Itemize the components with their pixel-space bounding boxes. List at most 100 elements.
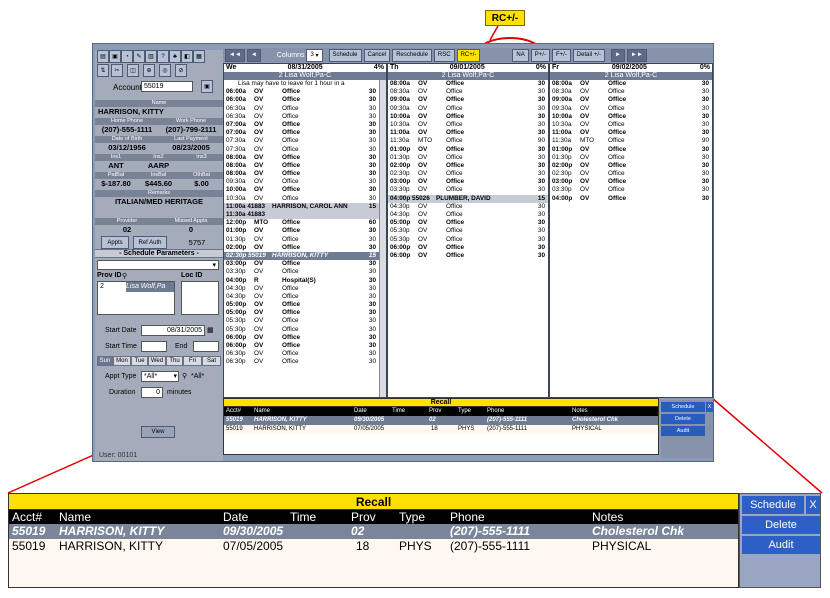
schedule-slot[interactable]: 09:30a OV Office 30 (388, 105, 548, 113)
schedule-slot[interactable]: 10:00a OV Office 30 (388, 113, 548, 121)
schedule-slot[interactable]: 03:30p OV Office 30 (550, 186, 712, 194)
schedule-slot[interactable]: 01:00p OV Office 30 (224, 227, 386, 235)
schedule-slot[interactable]: 07:30a OV Office 30 (224, 137, 386, 145)
duration-input[interactable]: 0 (141, 387, 163, 398)
schedule-slot[interactable]: 06:00p OV Office 30 (388, 252, 548, 260)
schedule-slot[interactable]: 11:30a MTO Office 90 (388, 137, 548, 145)
tool-icon-5[interactable]: ▥ (145, 50, 157, 63)
schedule-slot[interactable]: 11:00a OV Office 30 (388, 129, 548, 137)
schedule-slot[interactable]: 03:30p OV Office 30 (388, 186, 548, 194)
schedule-slot[interactable]: 02:30p OV Office 30 (550, 170, 712, 178)
schedule-slot[interactable]: 02:30p OV Office 30 (388, 170, 548, 178)
prov-list[interactable]: 2 Lisa Wolf,Pa (97, 281, 175, 315)
reschedule-button[interactable]: Reschedule (392, 48, 432, 62)
delete-recall-button[interactable]: Delete (661, 414, 705, 424)
schedule-slot[interactable]: 06:30a OV Office 30 (224, 113, 386, 121)
tool-icon-14[interactable]: ◎ (159, 64, 171, 77)
appts-button[interactable]: Appts (101, 236, 129, 249)
schedule-slot[interactable]: 10:30a OV Office 30 (550, 121, 712, 129)
tool-icon-11[interactable]: ✂ (111, 64, 123, 77)
schedule-slot[interactable]: 02:00p OV Office 30 (388, 162, 548, 170)
tool-icon-8[interactable]: ◧ (181, 50, 193, 63)
tool-icon-4[interactable]: ✎ (133, 50, 145, 63)
schedule-slot[interactable]: 03:00p OV Office 30 (550, 178, 712, 186)
schedule-slot[interactable]: 11:30a MTO Office 90 (550, 137, 712, 145)
calendar-icon[interactable]: ▦ (207, 326, 214, 334)
day-sun[interactable]: Sun (97, 356, 113, 366)
schedule-slot[interactable]: 04:00p 55026 PLUMBER, DAVID 15 (388, 194, 548, 203)
schedule-slot[interactable]: 10:30a OV Office 30 (388, 121, 548, 129)
schedule-slot[interactable]: 01:00p OV Office 30 (550, 146, 712, 154)
schedule-slot[interactable]: 05:30p OV Office 30 (224, 317, 386, 325)
schedule-slot[interactable]: 06:00p OV Office 30 (388, 244, 548, 252)
rsc-button[interactable]: RSC (433, 48, 455, 62)
schedule-slot[interactable]: 09:30a OV Office 30 (224, 178, 386, 186)
schedule-slot[interactable]: 03:30p OV Office 30 (224, 268, 386, 276)
schedule-slot[interactable]: 01:30p OV Office 30 (550, 154, 712, 162)
schedule-slot[interactable]: 02:00p OV Office 30 (224, 244, 386, 252)
schedule-slot[interactable]: 02:00p OV Office 30 (550, 162, 712, 170)
ref-auth-button[interactable]: Ref Auth (133, 236, 167, 249)
schedule-slot[interactable]: 08:00a OV Office 30 (224, 162, 386, 170)
prov-select[interactable]: ▾ (97, 260, 219, 270)
account-input[interactable]: 55019 (141, 81, 193, 92)
view-button[interactable]: View (141, 426, 175, 438)
tool-icon-3[interactable]: ◔ (121, 50, 133, 63)
schedule-slot[interactable]: 06:30p OV Office 30 (224, 358, 386, 366)
schedule-slot[interactable]: 04:30p OV Office 30 (224, 293, 386, 301)
tool-icon-6[interactable]: ? (157, 50, 169, 63)
detail-toggle-button[interactable]: Detail +/- (572, 48, 605, 62)
table-row[interactable]: 55019 HARRISON, KITTY 07/05/2005 18 PHYS… (9, 539, 738, 554)
schedule-slot[interactable]: 04:30p OV Office 30 (388, 211, 548, 219)
audit-recall-button[interactable]: Audit (661, 426, 705, 436)
schedule-slot[interactable]: 08:00a OV Office 30 (224, 170, 386, 178)
day-fri[interactable]: Fri (183, 356, 202, 366)
tool-icon-1[interactable]: ▤ (97, 50, 109, 63)
schedule-slot[interactable]: 07:30a OV Office 30 (224, 146, 386, 154)
f-toggle-button[interactable]: F+/- (551, 48, 571, 62)
table-row[interactable]: 55019 HARRISON, KITTY 09/30/2005 02 (207… (9, 524, 738, 539)
search-icon[interactable]: ⚲ (122, 272, 127, 280)
close-recall-button[interactable]: X (806, 496, 820, 514)
schedule-slot[interactable]: 01:00p OV Office 30 (388, 146, 548, 154)
end-time-input[interactable] (193, 341, 219, 352)
schedule-slot[interactable]: 01:30p OV Office 30 (388, 154, 548, 162)
schedule-slot[interactable]: 05:30p OV Office 30 (388, 236, 548, 244)
schedule-slot[interactable]: 06:00p OV Office 30 (224, 342, 386, 350)
schedule-slot[interactable]: 11:30a 41883 (224, 211, 386, 220)
day-sat[interactable]: Sat (202, 356, 221, 366)
schedule-slot[interactable]: 03:00p OV Office 30 (224, 260, 386, 268)
tool-icon-12[interactable]: ◫ (127, 64, 139, 77)
table-row[interactable]: 55019 HARRISON, KITTY 07/05/2005 18 PHYS… (224, 425, 658, 434)
schedule-slot[interactable]: 05:00p OV Office 30 (388, 219, 548, 227)
schedule-slot[interactable]: 05:00p OV Office 30 (224, 301, 386, 309)
column-scrollbar[interactable] (379, 80, 386, 397)
schedule-slot[interactable]: 04:00p OV Office 30 (550, 195, 712, 203)
schedule-slot[interactable]: 10:00a OV Office 30 (550, 113, 712, 121)
appt-type-select[interactable]: *All* ▾ (141, 371, 179, 382)
schedule-slot[interactable]: 04:30p OV Office 30 (224, 285, 386, 293)
nav-last-button[interactable]: ►► (626, 48, 647, 62)
nav-first-button[interactable]: ◄◄ (225, 48, 245, 62)
table-row[interactable]: 55019 HARRISON, KITTY 09/30/2005 02 (207… (224, 416, 658, 425)
schedule-slot[interactable]: 11:00a OV Office 30 (550, 129, 712, 137)
tool-icon-7[interactable]: ♣ (169, 50, 181, 63)
schedule-slot[interactable]: 06:00a OV Office 30 (224, 88, 386, 96)
schedule-slot[interactable]: 01:30p OV Office 30 (224, 236, 386, 244)
tool-icon-9[interactable]: ▦ (193, 50, 205, 63)
schedule-slot[interactable]: 08:30a OV Office 30 (388, 88, 548, 96)
schedule-slot[interactable]: 05:00p OV Office 30 (224, 309, 386, 317)
na-button[interactable]: NA (512, 48, 529, 62)
schedule-slot[interactable]: 03:00p OV Office 30 (388, 178, 548, 186)
schedule-slot[interactable]: 08:00a OV Office 30 (224, 154, 386, 162)
tool-icon-2[interactable]: ▣ (109, 50, 121, 63)
schedule-slot[interactable]: 08:00a OV Office 30 (388, 80, 548, 88)
start-date-input[interactable]: 08/31/2005 (141, 325, 205, 336)
schedule-recall-button[interactable]: Schedule (661, 402, 705, 412)
nav-next-button[interactable]: ► (610, 48, 625, 62)
schedule-slot[interactable]: 11:00a 41883 HARRISON, CAROL ANN 15 (224, 202, 386, 211)
schedule-button[interactable]: Schedule (328, 48, 362, 62)
schedule-slot[interactable]: 06:00p OV Office 30 (224, 334, 386, 342)
rc-toggle-button[interactable]: RC+/- (456, 48, 481, 62)
schedule-slot[interactable]: 06:30a OV Office 30 (224, 105, 386, 113)
